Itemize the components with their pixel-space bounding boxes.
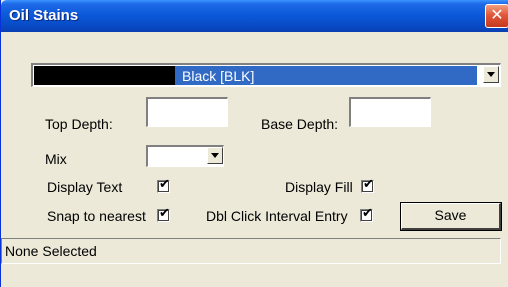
check-icon: ✔ <box>159 206 170 221</box>
base-depth-label: Base Depth: <box>261 116 339 132</box>
mix-select[interactable] <box>146 145 224 167</box>
color-select-value: Black [BLK] <box>182 68 255 84</box>
mix-select-dropdown-button[interactable] <box>207 147 223 164</box>
check-icon: ✔ <box>362 206 373 221</box>
color-select-dropdown-button[interactable] <box>483 66 499 83</box>
dbl-click-interval-entry-label: Dbl Click Interval Entry <box>206 208 348 224</box>
close-icon: ✕ <box>490 7 504 24</box>
top-depth-input[interactable] <box>146 97 228 127</box>
chevron-down-icon <box>211 153 219 158</box>
close-button[interactable]: ✕ <box>485 4 508 28</box>
display-fill-checkbox[interactable]: ✔ <box>361 177 374 193</box>
display-text-checkbox[interactable]: ✔ <box>157 177 170 193</box>
top-depth-label: Top Depth: <box>45 116 113 132</box>
snap-to-nearest-label: Snap to nearest <box>47 208 146 224</box>
display-text-label: Display Text <box>47 179 123 195</box>
check-icon: ✔ <box>159 177 170 192</box>
oil-stains-dialog: Oil Stains ✕ Black [BLK] Top Depth: Base… <box>0 0 508 287</box>
status-text: None Selected <box>5 243 97 259</box>
mix-label: Mix <box>45 151 67 167</box>
check-icon: ✔ <box>363 177 374 192</box>
dbl-click-interval-entry-checkbox[interactable]: ✔ <box>360 206 373 222</box>
display-fill-label: Display Fill <box>285 179 353 195</box>
title-bar[interactable]: Oil Stains ✕ <box>1 0 508 32</box>
color-select[interactable]: Black [BLK] <box>31 63 501 87</box>
color-swatch <box>34 66 175 85</box>
save-button[interactable]: Save <box>400 202 502 231</box>
window-title: Oil Stains <box>9 7 79 24</box>
base-depth-input[interactable] <box>349 97 431 127</box>
chevron-down-icon <box>487 72 495 77</box>
status-bar: None Selected <box>1 238 501 264</box>
snap-to-nearest-checkbox[interactable]: ✔ <box>157 206 170 222</box>
